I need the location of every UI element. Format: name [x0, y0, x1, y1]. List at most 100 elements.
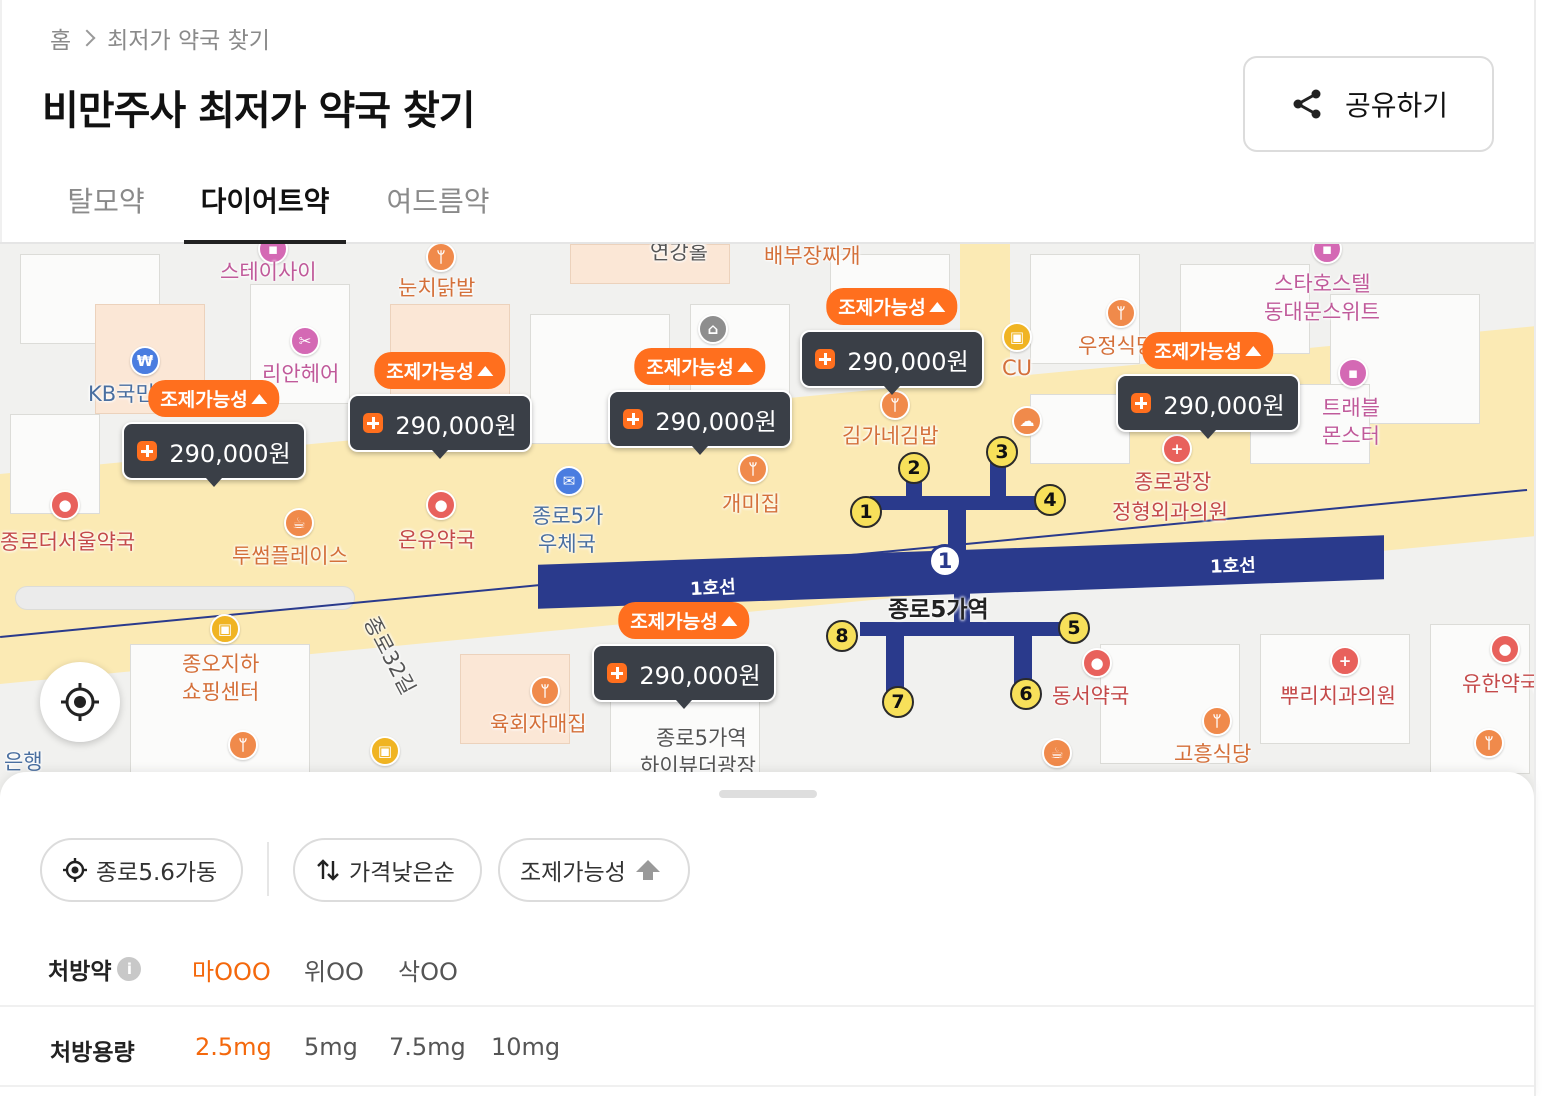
- up-arrow-icon: [251, 393, 268, 404]
- info-icon[interactable]: i: [117, 957, 142, 981]
- lodging-icon: ▪: [1338, 358, 1368, 388]
- subway-line-label: 1호선: [689, 576, 737, 601]
- pharmacy-icon: ●: [426, 490, 456, 520]
- price-text: 290,000원: [1163, 391, 1285, 420]
- up-arrow-icon: [477, 365, 494, 376]
- marker-pointer: [1200, 430, 1216, 439]
- restaurant-icon: ᛘ: [530, 676, 560, 706]
- up-arrow-icon: [635, 860, 660, 880]
- tab-diet[interactable]: 다이어트약: [184, 172, 346, 244]
- availability-chip[interactable]: 조제가능성: [498, 838, 690, 902]
- pharmacy-cross-icon: [623, 409, 644, 429]
- price-box: 290,000원: [800, 330, 984, 388]
- bank-icon: ₩: [130, 346, 160, 376]
- location-filter-label: 종로5.6가동: [96, 860, 218, 886]
- restaurant-icon: ᛘ: [228, 730, 258, 760]
- subway-line-number: 1: [928, 544, 962, 578]
- dosage-option[interactable]: 7.5mg: [389, 1033, 466, 1061]
- exit-6: 6: [1010, 678, 1042, 710]
- prescription-option[interactable]: 위OO: [304, 952, 364, 987]
- pharmacy-icon: ●: [50, 490, 80, 520]
- exit-2: 2: [898, 452, 930, 484]
- price-marker[interactable]: 조제가능성 290,000원: [800, 288, 984, 395]
- map-label: 김가네김밥: [842, 424, 939, 448]
- dosage-option[interactable]: 5mg: [304, 1033, 358, 1061]
- sort-chip[interactable]: 가격낮은순: [293, 838, 482, 902]
- exit-7: 7: [882, 686, 914, 718]
- restaurant-icon: ᛘ: [738, 454, 768, 484]
- map-label: CU: [1002, 356, 1033, 380]
- building: [1030, 394, 1130, 464]
- map-label: 트래블: [1322, 396, 1380, 420]
- exit-8: 8: [826, 620, 858, 652]
- chevron-right-icon: [78, 29, 96, 47]
- restaurant-icon: ᛘ: [426, 244, 456, 272]
- breadcrumb-home[interactable]: 홈: [50, 21, 71, 55]
- price-marker[interactable]: 조제가능성 290,000원: [592, 602, 776, 709]
- up-arrow-icon: [929, 301, 946, 312]
- restaurant-icon: ᛘ: [1474, 728, 1504, 758]
- pharmacy-cross-icon: [815, 349, 836, 369]
- price-box: 290,000원: [1116, 374, 1300, 432]
- map-label: 몬스터: [1322, 424, 1380, 448]
- map-label: 투썸플레이스: [232, 544, 348, 568]
- map-label: 고흥식당: [1174, 742, 1252, 766]
- prescription-option[interactable]: 삭OO: [398, 952, 458, 987]
- map-label: 쇼핑센터: [182, 680, 260, 704]
- prescription-label: 처방약 i: [48, 952, 142, 986]
- cafe-icon: ☁: [1012, 406, 1042, 436]
- pharmacy-cross-icon: [1131, 393, 1152, 413]
- price-marker[interactable]: 조제가능성 290,000원: [1116, 332, 1300, 439]
- map-label: 연강홀: [650, 244, 708, 264]
- sheet-drag-handle[interactable]: [719, 790, 817, 798]
- price-text: 290,000원: [169, 439, 291, 468]
- chip-divider: [267, 842, 269, 896]
- current-location-button[interactable]: [40, 662, 120, 742]
- share-button[interactable]: 공유하기: [1243, 56, 1494, 152]
- price-marker[interactable]: 조제가능성 290,000원: [348, 352, 532, 459]
- dosage-option[interactable]: 2.5mg: [195, 1033, 272, 1061]
- map[interactable]: 1호선 1호선 1 종로5가역 1 2 3 4 5 6 7 8 ▪ 스테이사이 …: [0, 244, 1534, 804]
- location-filter-chip[interactable]: 종로5.6가동: [40, 838, 243, 902]
- sort-arrows-icon: [317, 859, 339, 881]
- price-text: 290,000원: [847, 347, 969, 376]
- share-label: 공유하기: [1344, 89, 1449, 122]
- restaurant-icon: ᛘ: [1106, 298, 1136, 328]
- bottom-sheet: 종로5.6가동 가격낮은순 조제가능성 처방약 i 마OOO 위OO 삭OO 처…: [0, 772, 1534, 1096]
- dosage-option[interactable]: 10mg: [491, 1033, 560, 1061]
- station-passage: [870, 496, 1040, 510]
- exit-5: 5: [1058, 612, 1090, 644]
- marker-pointer: [676, 700, 692, 709]
- up-arrow-icon: [1245, 345, 1262, 356]
- tab-acne[interactable]: 여드름약: [378, 172, 498, 242]
- price-box: 290,000원: [608, 390, 792, 448]
- tab-hair-loss[interactable]: 탈모약: [58, 172, 154, 242]
- map-label: 스테이사이: [220, 260, 317, 284]
- pharmacy-icon: ●: [1082, 648, 1112, 678]
- price-marker[interactable]: 조제가능성 290,000원: [122, 380, 306, 487]
- availability-label: 조제가능성: [520, 860, 626, 886]
- page: 홈 최저가 약국 찾기 비만주사 최저가 약국 찾기 공유하기 탈모약 다이어트…: [0, 0, 1550, 1096]
- price-marker[interactable]: 조제가능성 290,000원: [608, 348, 792, 455]
- up-arrow-icon: [721, 615, 738, 626]
- map-label: 육회자매집: [490, 712, 587, 736]
- marker-pointer: [432, 450, 448, 459]
- price-text: 290,000원: [655, 407, 777, 436]
- price-text: 290,000원: [395, 411, 517, 440]
- up-arrow-icon: [737, 361, 754, 372]
- price-text: 290,000원: [639, 661, 761, 690]
- marker-pointer: [692, 446, 708, 455]
- map-label: 종오지하: [182, 652, 260, 676]
- map-label: 종로5가역: [656, 726, 747, 750]
- map-label: 눈치닭발: [398, 276, 476, 300]
- map-label: 종로5가: [532, 504, 604, 528]
- prescription-option[interactable]: 마OOO: [192, 952, 271, 987]
- prescription-label-text: 처방약: [48, 959, 112, 985]
- building-icon: ⌂: [698, 314, 728, 344]
- availability-tag: 조제가능성: [618, 602, 750, 639]
- station-label[interactable]: 종로5가역: [888, 590, 989, 624]
- page-title: 비만주사 최저가 약국 찾기: [42, 88, 476, 134]
- exit-1: 1: [850, 496, 882, 528]
- map-label: 유한약국: [1462, 672, 1534, 696]
- sort-label: 가격낮은순: [349, 860, 455, 886]
